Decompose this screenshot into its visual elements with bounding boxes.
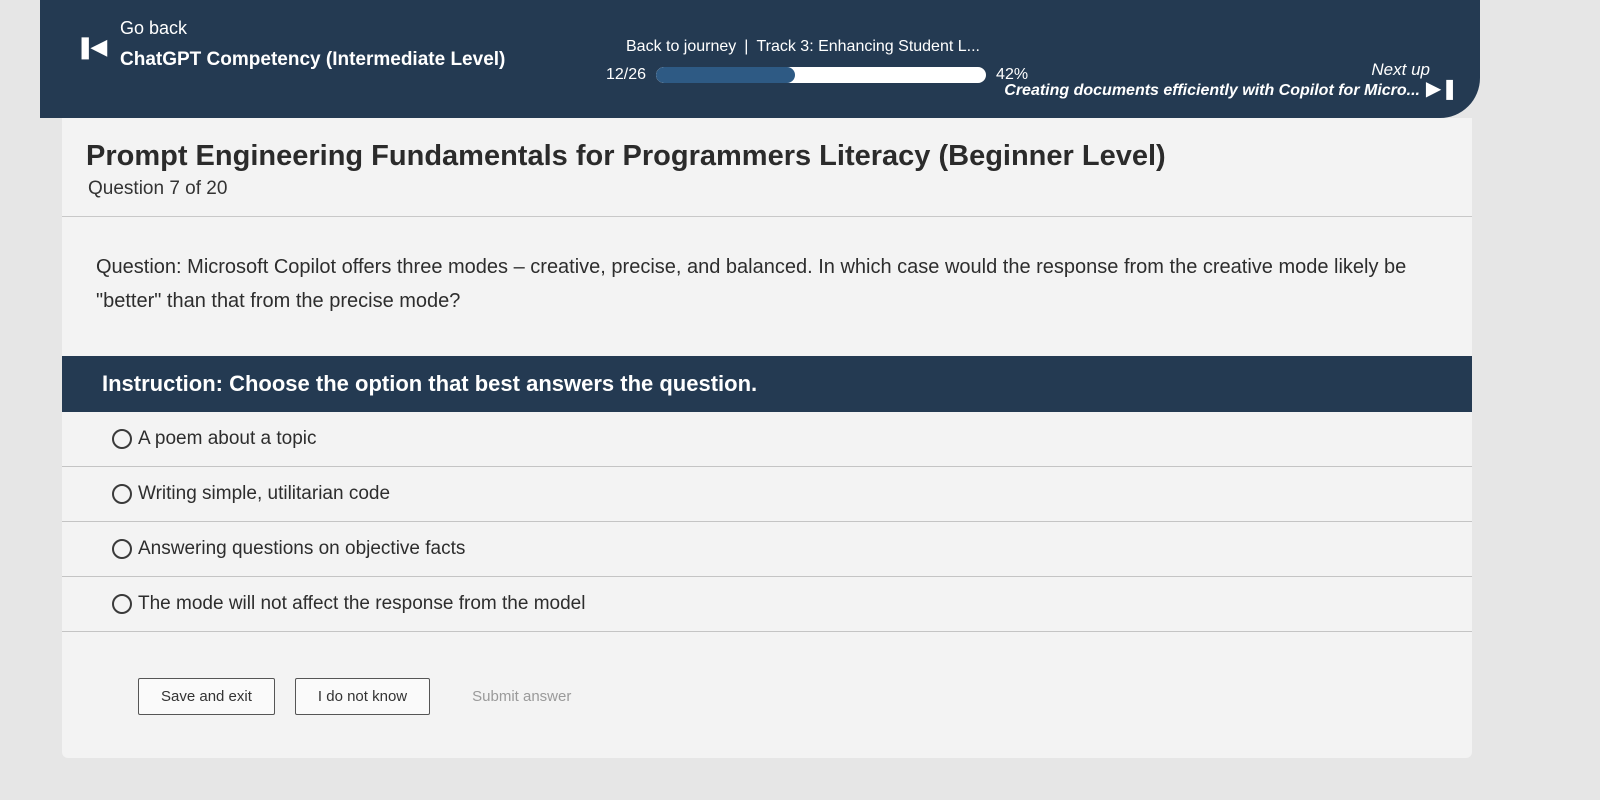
radio-unchecked-icon[interactable] xyxy=(112,539,132,559)
answer-option[interactable]: Writing simple, utilitarian code xyxy=(62,467,1472,522)
answer-option-label: Answering questions on objective facts xyxy=(138,538,466,559)
answer-options: A poem about a topic Writing simple, uti… xyxy=(62,412,1472,632)
progress-bar xyxy=(656,67,987,83)
progress-section: 12/26 42% xyxy=(606,66,1028,84)
progress-count: 12/26 xyxy=(606,66,647,83)
answer-option-label: A poem about a topic xyxy=(138,428,317,449)
top-navigation-bar: ❚◀ Go back ChatGPT Competency (Intermedi… xyxy=(40,0,1480,118)
next-lesson-title[interactable]: Creating documents efficiently with Copi… xyxy=(1004,82,1420,100)
question-counter: Question 7 of 20 xyxy=(88,178,228,199)
next-up-label: Next up xyxy=(1371,60,1430,79)
answer-option[interactable]: Answering questions on objective facts xyxy=(62,522,1472,577)
skip-back-icon[interactable]: ❚◀ xyxy=(76,34,107,60)
instruction-banner: Instruction: Choose the option that best… xyxy=(62,356,1472,412)
answer-option-label: The mode will not affect the response fr… xyxy=(138,593,586,614)
action-buttons: Save and exit I do not know Submit answe… xyxy=(138,678,593,715)
i-do-not-know-button[interactable]: I do not know xyxy=(294,678,431,715)
skip-forward-icon[interactable]: ▶❚ xyxy=(1426,76,1458,101)
journey-breadcrumb: Back to journey | Track 3: Enhancing Stude… xyxy=(626,38,980,56)
submit-answer-button[interactable]: Submit answer xyxy=(450,679,593,714)
quiz-title: Prompt Engineering Fundamentals for Prog… xyxy=(86,140,1166,172)
radio-unchecked-icon[interactable] xyxy=(112,429,132,449)
track-title: Track 3: Enhancing Student L... xyxy=(756,38,980,55)
question-text: Question: Microsoft Copilot offers three… xyxy=(96,256,1407,312)
progress-bar-fill xyxy=(656,67,795,83)
go-back-link[interactable]: Go back xyxy=(120,18,505,39)
answer-option-label: Writing simple, utilitarian code xyxy=(138,483,391,504)
answer-option[interactable]: The mode will not affect the response fr… xyxy=(62,577,1472,632)
quiz-card: Prompt Engineering Fundamentals for Prog… xyxy=(62,118,1472,758)
divider xyxy=(62,216,1472,217)
answer-option[interactable]: A poem about a topic xyxy=(62,412,1472,467)
save-and-exit-button[interactable]: Save and exit xyxy=(138,678,275,715)
radio-unchecked-icon[interactable] xyxy=(112,594,132,614)
go-back-section: Go back ChatGPT Competency (Intermediate… xyxy=(120,18,505,71)
course-title: ChatGPT Competency (Intermediate Level) xyxy=(120,49,506,70)
radio-unchecked-icon[interactable] xyxy=(112,484,132,504)
breadcrumb-separator: | xyxy=(744,38,749,55)
back-to-journey-link[interactable]: Back to journey xyxy=(626,38,736,55)
